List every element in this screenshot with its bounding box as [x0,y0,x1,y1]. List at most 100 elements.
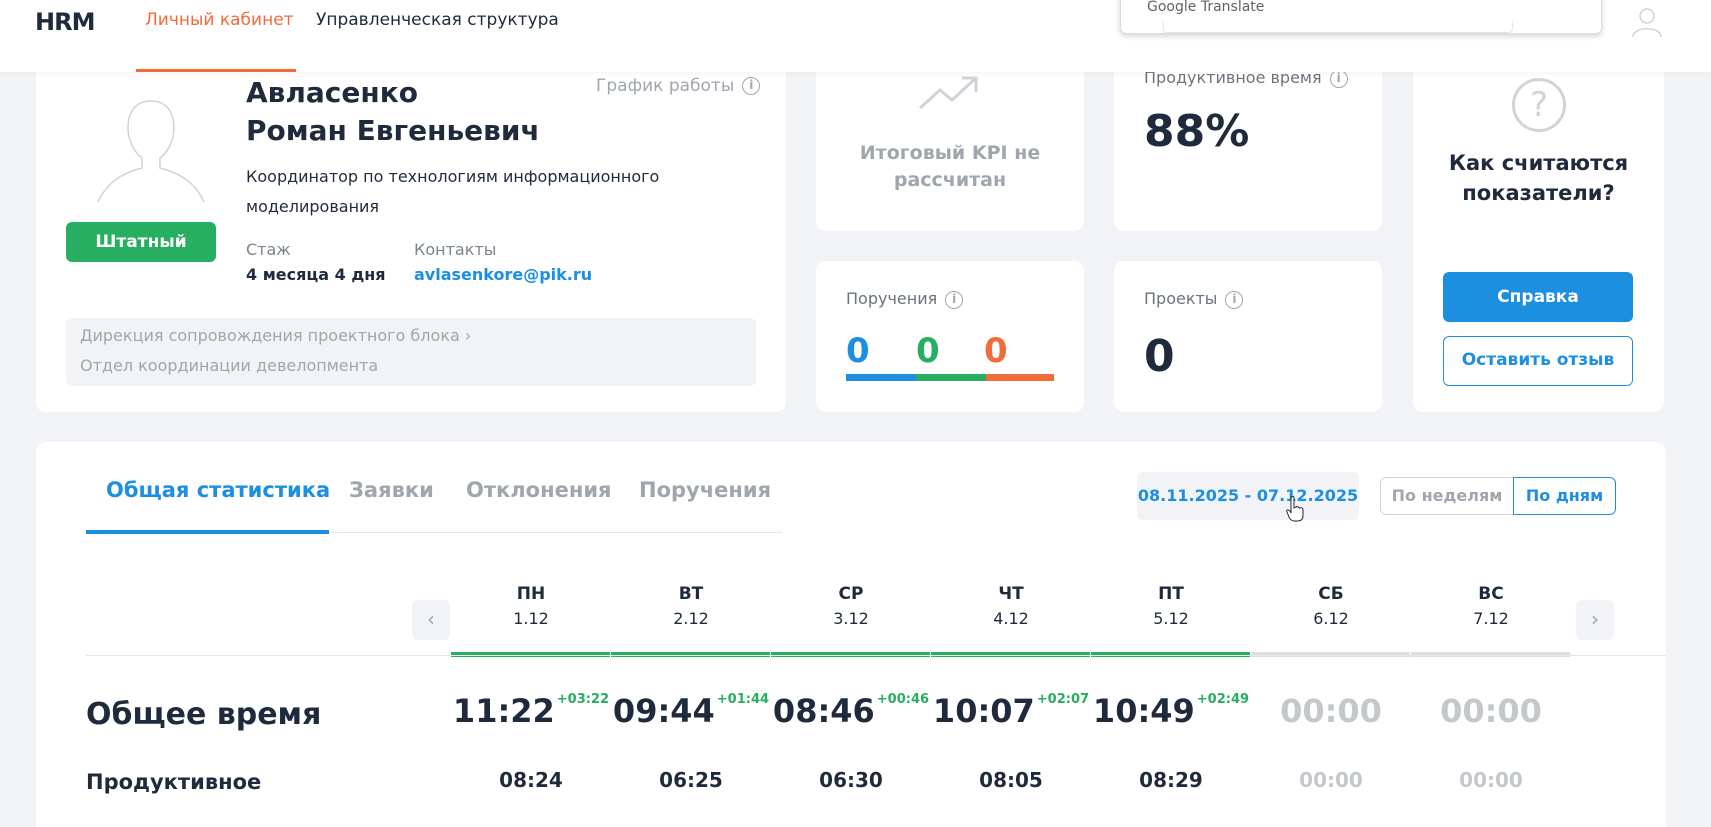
chevron-right-icon: › [1591,607,1599,631]
orders-bar-green [916,374,986,381]
day-name: ПН [516,584,546,604]
help-title: Как считаются показатели? [1413,148,1664,208]
productive-time-value: 88% [1144,106,1250,157]
department-path-text: Дирекция сопровождения проектного блока [80,326,460,345]
day-header: ВТ 2.12 [611,582,771,632]
user-avatar-icon[interactable] [1630,4,1664,38]
orders-bar-blue [846,374,916,381]
orders-card: Поручения i 0 0 0 [816,261,1084,412]
toggle-by-days[interactable]: По дням [1513,477,1616,515]
department-path[interactable]: Дирекция сопровождения проектного блока … [80,326,471,345]
employee-first-names: Роман Евгеньевич [246,114,540,147]
nav-active-underline [136,69,296,72]
total-time-row-label: Общее время [86,697,322,732]
day-header: ВС 7.12 [1411,582,1571,632]
productive-time-cell: 06:25 [659,768,723,792]
day-name: ВТ [678,584,704,604]
status-badge: Штатный [66,222,216,262]
productive-time-cell: 06:30 [819,768,883,792]
total-time-cell: 00:00 [1411,692,1571,730]
orders-count-orange: 0 [984,331,1008,371]
total-time-value: 10:49 [1092,692,1195,730]
day-header: ПТ 5.12 [1091,582,1251,632]
hrm-logo[interactable]: HRM [35,8,95,36]
day-header: ПН 1.12 [451,582,611,632]
total-time-cell: 10:49 +02:49 [1091,692,1251,730]
day-date: 7.12 [1473,609,1509,628]
projects-value: 0 [1144,331,1175,382]
info-icon[interactable]: i [742,77,761,95]
help-title-line2: показатели? [1462,181,1615,205]
day-header: ЧТ 4.12 [931,582,1091,632]
prev-week-button[interactable]: ‹ [412,600,450,640]
nav-personal-cabinet[interactable]: Личный кабинет [145,10,294,30]
total-time-value: 00:00 [1440,692,1542,730]
day-date: 1.12 [513,609,549,628]
info-icon[interactable]: i [1225,290,1244,309]
day-name: ЧТ [998,584,1024,604]
google-translate-popup[interactable]: Google Translate [1120,0,1602,34]
total-time-value: 09:44 [612,692,715,730]
tab-orders[interactable]: Поручения [639,478,771,502]
trending-up-icon [918,76,978,110]
tenure-value: 4 месяца 4 дня [246,265,386,284]
tenure-label: Стаж [246,240,291,259]
total-time-cell: 08:46 +00:46 [771,692,931,730]
day-name: СБ [1318,584,1344,604]
day-date: 4.12 [993,609,1029,628]
day-name: ВС [1478,584,1504,604]
day-date: 3.12 [833,609,869,628]
kpi-status-text: Итоговый KPI не рассчитан [816,140,1084,194]
help-button[interactable]: Справка [1443,272,1633,322]
days-header-divider [86,655,1666,656]
employee-position: Координатор по технологиям информационно… [246,167,660,216]
total-time-value: 10:07 [932,692,1035,730]
projects-card: Проекты i 0 [1114,261,1382,412]
tab-active-underline [86,530,329,534]
info-icon[interactable]: i [945,290,964,309]
hand-cursor-icon [1286,496,1304,522]
nav-management-structure[interactable]: Управленческая структура [316,10,559,30]
question-icon: ? [1512,78,1566,132]
productive-time-cell: 00:00 [1459,768,1523,792]
day-date: 5.12 [1153,609,1189,628]
google-translate-label: Google Translate [1147,0,1265,15]
employee-last-name: Авласенко [246,76,418,109]
projects-label-text: Проекты [1144,289,1218,308]
day-name: СР [838,584,864,604]
tab-general-statistics[interactable]: Общая статистика [106,478,330,502]
day-header: СР 3.12 [771,582,931,632]
total-time-cell: 11:22 +03:22 [451,692,611,730]
date-range-picker[interactable]: 08.11.2025 - 07.12.2025 [1137,472,1359,520]
tab-requests[interactable]: Заявки [349,478,434,502]
info-icon[interactable]: i [1329,69,1348,88]
day-date: 2.12 [673,609,709,628]
overtime-diff: +02:49 [1196,692,1250,707]
department-box: Дирекция сопровождения проектного блока … [66,318,756,386]
day-name: ПТ [1158,584,1184,604]
total-time-cell: 10:07 +02:07 [931,692,1091,730]
statistics-card: Общая статистика Заявки Отклонения Поруч… [36,442,1666,827]
total-time-value: 11:22 [452,692,555,730]
employee-name: Авласенко Роман Евгеньевич [246,74,540,150]
day-header: СБ 6.12 [1251,582,1411,632]
next-week-button[interactable]: › [1576,600,1614,640]
toggle-by-weeks[interactable]: По неделям [1380,477,1514,515]
productive-row-label: Продуктивное [86,770,262,794]
contacts-label: Контакты [414,240,497,259]
total-time-value: 08:46 [772,692,875,730]
email-link[interactable]: avlasenkore@pik.ru [414,265,592,284]
work-schedule-label: График работы [596,76,735,96]
work-schedule-link[interactable]: График работы i [596,76,761,96]
day-date: 6.12 [1313,609,1349,628]
total-time-value: 00:00 [1280,692,1382,730]
overtime-diff: +03:22 [556,692,610,707]
google-translate-field[interactable] [1163,21,1513,33]
feedback-button[interactable]: Оставить отзыв [1443,336,1633,386]
productive-time-cell: 08:05 [979,768,1043,792]
orders-label: Поручения i [846,289,964,309]
profile-card: Штатный Авласенко Роман Евгеньевич Графи… [36,40,786,412]
tab-deviations[interactable]: Отклонения [466,478,612,502]
orders-label-text: Поручения [846,289,938,308]
department-sub: Отдел координации девелопмента [80,356,379,375]
